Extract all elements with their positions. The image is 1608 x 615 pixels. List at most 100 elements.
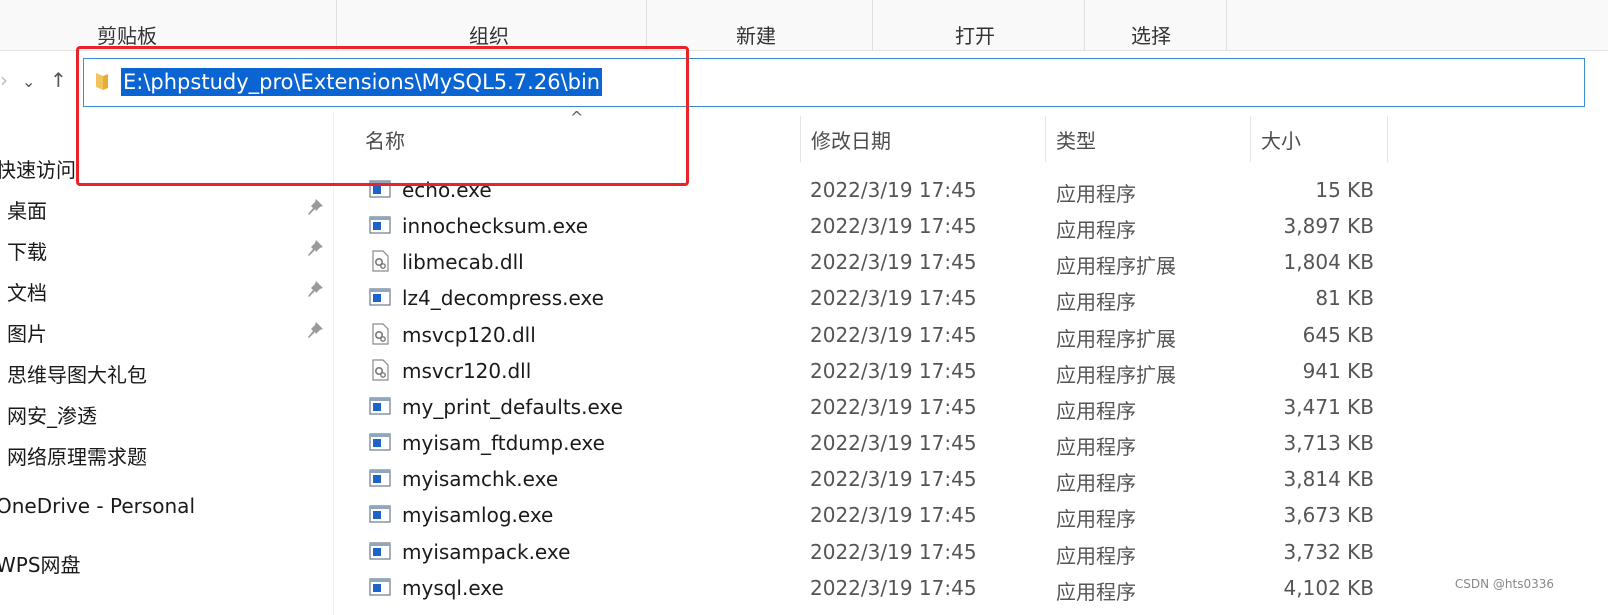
address-path-text[interactable]: E:\phpstudy_pro\Extensions\MySQL5.7.26\b… <box>121 68 603 96</box>
file-type: 应用程序 <box>1056 435 1136 459</box>
column-divider[interactable] <box>1387 116 1388 162</box>
exe-icon <box>369 180 391 198</box>
sidebar-item-pictures[interactable]: 图片 <box>7 318 47 347</box>
column-header-name[interactable]: 名称 <box>365 125 405 154</box>
file-date: 2022/3/19 17:45 <box>810 395 977 419</box>
exe-icon <box>369 433 391 451</box>
file-type: 应用程序扩展 <box>1056 327 1176 351</box>
file-name: lz4_decompress.exe <box>402 286 604 310</box>
exe-icon <box>369 288 391 306</box>
file-name: libmecab.dll <box>402 250 524 274</box>
sidebar-item-netsec[interactable]: 网安_渗透 <box>7 400 97 429</box>
file-row[interactable]: libmecab.dll 2022/3/19 17:45 应用程序扩展 1,804 K… <box>340 244 1608 280</box>
file-date: 2022/3/19 17:45 <box>810 503 977 527</box>
file-date: 2022/3/19 17:45 <box>810 576 977 600</box>
file-row[interactable]: innochecksum.exe 2022/3/19 17:45 应用程序 3,897… <box>340 208 1608 244</box>
file-row[interactable]: my_print_defaults.exe 2022/3/19 17:45 应用程序… <box>340 389 1608 425</box>
file-name: myisampack.exe <box>402 540 571 564</box>
file-type: 应用程序 <box>1056 544 1136 568</box>
file-date: 2022/3/19 17:45 <box>810 540 977 564</box>
sidebar-item-network-principles[interactable]: 网络原理需求题 <box>7 441 147 470</box>
file-type: 应用程序扩展 <box>1056 254 1176 278</box>
sidebar-item-documents[interactable]: 文档 <box>7 277 47 306</box>
column-header-type[interactable]: 类型 <box>1056 125 1096 154</box>
file-type: 应用程序 <box>1056 580 1136 604</box>
sidebar-item-wps[interactable]: WPS网盘 <box>0 549 81 578</box>
exe-icon <box>369 542 391 560</box>
file-type: 应用程序 <box>1056 290 1136 314</box>
exe-icon <box>369 469 391 487</box>
column-header-size[interactable]: 大小 <box>1261 125 1301 154</box>
ribbon: 剪贴板 组织 新建 打开 选择 <box>0 0 1608 51</box>
address-bar[interactable]: E:\phpstudy_pro\Extensions\MySQL5.7.26\b… <box>83 58 1585 107</box>
ribbon-label-new: 新建 <box>736 24 776 48</box>
sidebar-item-mindmap[interactable]: 思维导图大礼包 <box>7 359 147 388</box>
sidebar-quick-access[interactable]: 快速访问 <box>0 154 76 183</box>
ribbon-label-open: 打开 <box>955 24 995 48</box>
file-size: 3,471 KB <box>1283 395 1374 419</box>
pin-icon <box>308 199 323 215</box>
up-arrow-icon[interactable]: ↑ <box>50 68 67 92</box>
file-date: 2022/3/19 17:45 <box>810 286 977 310</box>
ribbon-group-clipboard[interactable]: 剪贴板 <box>0 0 337 50</box>
pin-icon <box>308 240 323 256</box>
file-name: my_print_defaults.exe <box>402 395 623 419</box>
file-name: mysql.exe <box>402 576 504 600</box>
exe-icon <box>369 397 391 415</box>
ribbon-label-select: 选择 <box>1131 24 1171 48</box>
folder-icon <box>96 73 108 90</box>
watermark-text: CSDN @hts0336 <box>1454 577 1554 591</box>
ribbon-group-new[interactable]: 新建 <box>646 0 873 50</box>
sort-ascending-icon: ^ <box>570 108 584 127</box>
file-name: echo.exe <box>402 178 492 202</box>
file-date: 2022/3/19 17:45 <box>810 250 977 274</box>
exe-icon <box>369 505 391 523</box>
file-row[interactable]: mysql.exe 2022/3/19 17:45 应用程序 4,102 KB <box>340 570 1608 606</box>
file-date: 2022/3/19 17:45 <box>810 214 977 238</box>
ribbon-group-open[interactable]: 打开 <box>872 0 1085 50</box>
file-row[interactable]: msvcp120.dll 2022/3/19 17:45 应用程序扩展 645 KB <box>340 317 1608 353</box>
file-name: innochecksum.exe <box>402 214 589 238</box>
file-row[interactable]: myisamchk.exe 2022/3/19 17:45 应用程序 3,814 KB <box>340 461 1608 497</box>
dll-icon <box>372 250 389 272</box>
dll-icon <box>372 359 389 381</box>
file-size: 3,897 KB <box>1283 214 1374 238</box>
file-row[interactable]: myisam_ftdump.exe 2022/3/19 17:45 应用程序 3,71… <box>340 425 1608 461</box>
file-size: 1,804 KB <box>1283 250 1374 274</box>
file-size: 81 KB <box>1315 286 1374 310</box>
ribbon-label-clipboard: 剪贴板 <box>97 24 157 48</box>
file-type: 应用程序 <box>1056 507 1136 531</box>
file-row[interactable]: myisamlog.exe 2022/3/19 17:45 应用程序 3,673 KB <box>340 497 1608 533</box>
recent-locations-chevron-icon[interactable]: ⌄ <box>22 72 35 91</box>
file-size: 3,713 KB <box>1283 431 1374 455</box>
file-date: 2022/3/19 17:45 <box>810 359 977 383</box>
file-date: 2022/3/19 17:45 <box>810 467 977 491</box>
file-row[interactable]: echo.exe 2022/3/19 17:45 应用程序 15 KB <box>340 172 1608 208</box>
ribbon-label-organize: 组织 <box>469 24 509 48</box>
sidebar-item-onedrive[interactable]: OneDrive - Personal <box>0 494 195 518</box>
column-divider[interactable] <box>1045 116 1046 162</box>
column-header-date[interactable]: 修改日期 <box>811 125 891 154</box>
file-size: 4,102 KB <box>1283 576 1374 600</box>
sidebar-item-downloads[interactable]: 下载 <box>7 236 47 265</box>
file-row[interactable]: msvcr120.dll 2022/3/19 17:45 应用程序扩展 941 KB <box>340 353 1608 389</box>
file-name: msvcr120.dll <box>402 359 532 383</box>
file-type: 应用程序 <box>1056 399 1136 423</box>
sidebar-item-desktop[interactable]: 桌面 <box>7 195 47 224</box>
ribbon-group-organize[interactable]: 组织 <box>336 0 647 50</box>
column-divider[interactable] <box>1250 116 1251 162</box>
ribbon-group-select[interactable]: 选择 <box>1084 0 1227 50</box>
file-name: msvcp120.dll <box>402 323 536 347</box>
forward-icon[interactable]: › <box>0 68 8 92</box>
file-name: myisamlog.exe <box>402 503 554 527</box>
file-type: 应用程序 <box>1056 218 1136 242</box>
file-type: 应用程序 <box>1056 471 1136 495</box>
file-row[interactable]: lz4_decompress.exe 2022/3/19 17:45 应用程序 81 … <box>340 280 1608 316</box>
file-name: myisam_ftdump.exe <box>402 431 605 455</box>
dll-icon <box>372 323 389 345</box>
file-date: 2022/3/19 17:45 <box>810 323 977 347</box>
file-row[interactable]: myisampack.exe 2022/3/19 17:45 应用程序 3,732 K… <box>340 534 1608 570</box>
pin-icon <box>308 322 323 338</box>
file-date: 2022/3/19 17:45 <box>810 178 977 202</box>
column-divider[interactable] <box>800 116 801 162</box>
